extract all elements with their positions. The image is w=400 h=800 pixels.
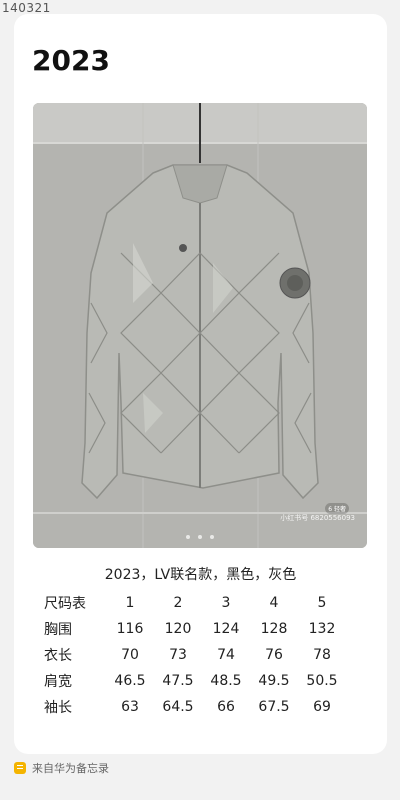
footer-text: 来自华为备忘录: [32, 762, 109, 775]
size-cell: 48.5: [210, 673, 242, 689]
size-table-header: 尺码表 1 2 3 4 5: [40, 590, 346, 616]
size-cell: 69: [313, 699, 331, 715]
size-cell: 124: [212, 621, 240, 637]
size-table-row: 肩宽 46.5 47.5 48.5 49.5 50.5: [40, 668, 346, 694]
memo-icon: [14, 762, 26, 774]
size-table-header-cell: 5: [317, 595, 327, 611]
size-table-header-cell: 尺码表: [44, 596, 86, 612]
size-cell: 47.5: [162, 673, 194, 689]
size-cell: 74: [217, 647, 235, 663]
puffer-jacket-image: [33, 103, 367, 548]
size-cell: 49.5: [258, 673, 290, 689]
size-table-header-cell: 1: [125, 595, 135, 611]
size-cell: 132: [308, 621, 336, 637]
size-table-row: 胸围 116 120 124 128 132: [40, 616, 346, 642]
size-table-row: 袖长 63 64.5 66 67.5 69: [40, 694, 346, 720]
carousel-dot: [198, 535, 202, 539]
size-table-header-cell: 3: [221, 595, 231, 611]
size-cell: 46.5: [114, 673, 146, 689]
size-table-header-cell: 4: [269, 595, 279, 611]
size-cell: 64.5: [162, 699, 194, 715]
carousel-indicator: [33, 535, 367, 539]
size-row-label: 衣长: [44, 648, 72, 664]
note-title: 2023: [32, 44, 110, 77]
size-cell: 66: [217, 699, 235, 715]
size-cell: 116: [116, 621, 144, 637]
size-row-label: 肩宽: [44, 674, 72, 690]
image-watermark: 小红书号 6820556093: [280, 514, 355, 522]
size-cell: 120: [164, 621, 192, 637]
size-cell: 78: [313, 647, 331, 663]
carousel-dot: [186, 535, 190, 539]
size-cell: 50.5: [306, 673, 338, 689]
footer-source[interactable]: 来自华为备忘录: [14, 760, 109, 776]
size-cell: 70: [121, 647, 139, 663]
size-table: 尺码表 1 2 3 4 5 胸围 116 120 124 128 132 衣长 …: [40, 590, 346, 720]
carousel-dot: [210, 535, 214, 539]
memo-card: 2023 6 轻奢 小红书号 6820556093 2023，LV联名款，黑色，…: [14, 14, 387, 754]
size-cell: 128: [260, 621, 288, 637]
size-row-label: 袖长: [44, 700, 72, 716]
top-id-label: 140321: [2, 1, 51, 15]
size-table-row: 衣长 70 73 74 76 78: [40, 642, 346, 668]
product-photo[interactable]: 6 轻奢 小红书号 6820556093: [33, 103, 367, 548]
size-cell: 76: [265, 647, 283, 663]
product-caption: 2023，LV联名款，黑色，灰色: [104, 567, 297, 583]
size-table-header-cell: 2: [173, 595, 183, 611]
size-cell: 73: [169, 647, 187, 663]
size-cell: 63: [121, 699, 139, 715]
size-cell: 67.5: [258, 699, 290, 715]
size-row-label: 胸围: [44, 622, 72, 638]
